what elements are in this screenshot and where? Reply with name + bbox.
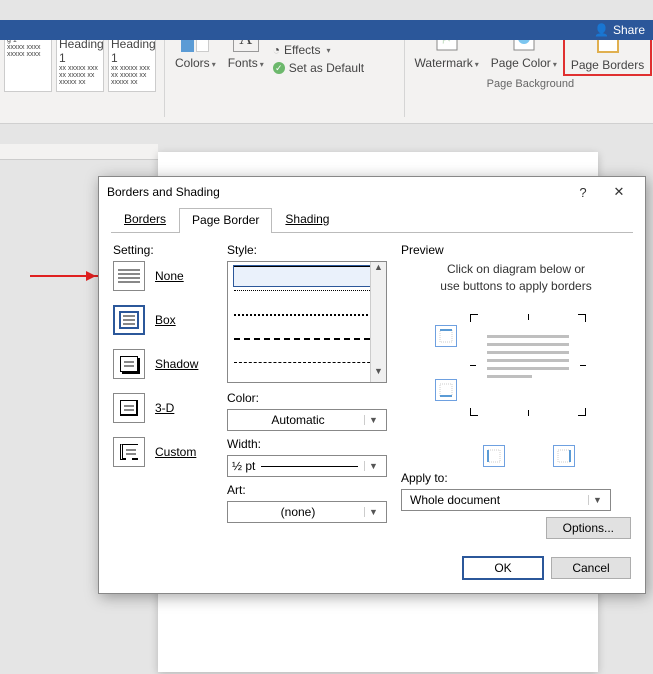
- borders-shading-dialog: Borders and Shading ? ✕ Borders Page Bor…: [98, 176, 646, 594]
- chevron-down-icon: ▼: [364, 507, 382, 517]
- art-dropdown[interactable]: (none) ▼: [227, 501, 387, 523]
- share-label[interactable]: Share: [613, 23, 645, 37]
- set-default-button[interactable]: ✓Set as Default: [270, 60, 400, 76]
- cancel-button[interactable]: Cancel: [551, 557, 631, 579]
- ok-button[interactable]: OK: [463, 557, 543, 579]
- chevron-down-icon: ▼: [588, 495, 606, 505]
- apply-to-label: Apply to:: [401, 471, 631, 485]
- style-scrollbar[interactable]: ▲▼: [370, 262, 386, 382]
- title-bar: 👤 Share: [0, 20, 653, 40]
- help-button[interactable]: ?: [565, 185, 601, 200]
- effects-button[interactable]: ◔Effects▾: [270, 42, 400, 58]
- preview-hint: Click on diagram below oruse buttons to …: [401, 261, 631, 295]
- annotation-arrow: [30, 275, 100, 277]
- setting-custom[interactable]: Custom: [113, 437, 213, 467]
- setting-3d[interactable]: 3-D: [113, 393, 213, 423]
- share-icon[interactable]: 👤: [594, 23, 609, 37]
- tab-borders[interactable]: Borders: [111, 207, 179, 232]
- border-left-button[interactable]: [483, 445, 505, 467]
- style-list[interactable]: ▲▼: [227, 261, 387, 383]
- chevron-down-icon: ▼: [364, 415, 382, 425]
- setting-label: Setting:: [113, 243, 213, 257]
- color-label: Color:: [227, 391, 387, 405]
- preview-diagram[interactable]: [401, 307, 631, 437]
- setting-none[interactable]: None: [113, 261, 213, 291]
- border-top-button[interactable]: [435, 325, 457, 347]
- style-label: Style:: [227, 243, 387, 257]
- apply-to-dropdown[interactable]: Whole document ▼: [401, 489, 611, 511]
- color-dropdown[interactable]: Automatic ▼: [227, 409, 387, 431]
- border-right-button[interactable]: [553, 445, 575, 467]
- setting-shadow[interactable]: Shadow: [113, 349, 213, 379]
- close-button[interactable]: ✕: [601, 184, 637, 200]
- preview-label: Preview: [401, 243, 631, 257]
- ruler: [0, 144, 158, 160]
- check-icon: ✓: [273, 62, 285, 74]
- tab-page-border[interactable]: Page Border: [179, 208, 272, 233]
- setting-box[interactable]: Box: [113, 305, 213, 335]
- options-button[interactable]: Options...: [546, 517, 631, 539]
- border-bottom-button[interactable]: [435, 379, 457, 401]
- width-label: Width:: [227, 437, 387, 451]
- art-label: Art:: [227, 483, 387, 497]
- dialog-title: Borders and Shading: [107, 185, 565, 199]
- chevron-down-icon: ▼: [364, 461, 382, 471]
- width-dropdown[interactable]: ½ pt ▼: [227, 455, 387, 477]
- page-background-group-label: Page Background: [487, 76, 574, 90]
- tab-shading[interactable]: Shading: [272, 207, 342, 232]
- effects-icon: ◔: [273, 43, 280, 57]
